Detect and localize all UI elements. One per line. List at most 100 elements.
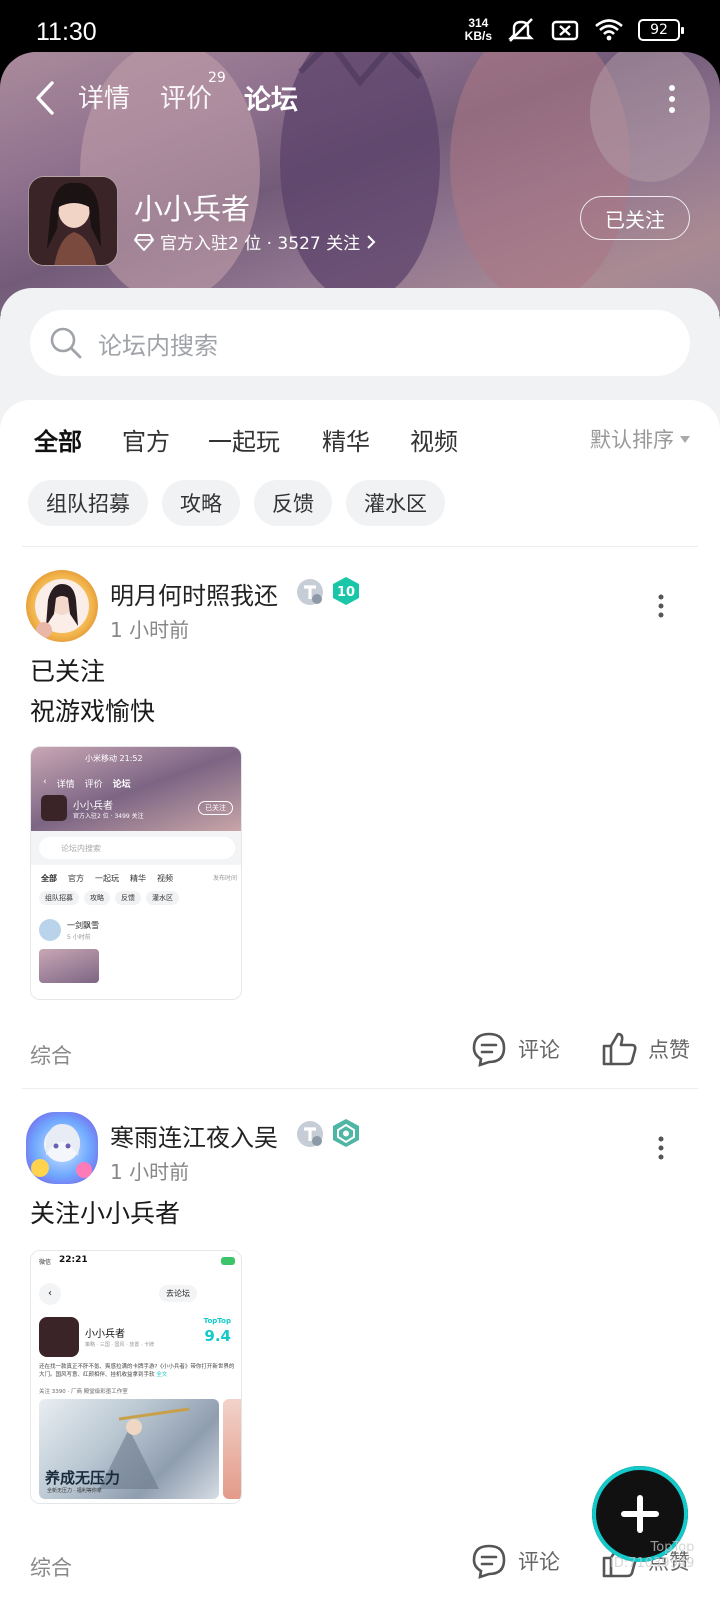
tab-featured[interactable]: 精华 xyxy=(322,422,370,457)
thumb-chip: 灌水区 xyxy=(146,891,179,905)
divider xyxy=(22,546,698,547)
top-nav: 详情 评价 29 论坛 xyxy=(0,70,720,124)
thumb-chip: 组队招募 xyxy=(39,891,79,905)
thumb-app-name: 小小兵者 xyxy=(73,801,113,812)
tab-official[interactable]: 官方 xyxy=(122,422,170,457)
post-image[interactable]: 小米移动 21:52 ‹ 详情 评价 论坛 小小兵者 官方入驻2 位 · 349… xyxy=(30,746,242,1000)
follow-button[interactable]: 已关注 xyxy=(580,196,690,240)
forum-search-input[interactable]: 论坛内搜索 xyxy=(30,310,690,376)
post-line: 已关注 xyxy=(30,657,106,686)
tab-details[interactable]: 详情 xyxy=(78,78,130,115)
thumb-app-icon xyxy=(41,795,67,821)
like-label: 点赞 xyxy=(648,1038,690,1062)
comment-icon xyxy=(472,1544,506,1579)
thumb-tab: 一起玩 xyxy=(95,874,119,883)
back-icon[interactable] xyxy=(30,78,60,118)
avatar-art xyxy=(35,579,89,638)
verified-badge-icon xyxy=(297,1121,323,1147)
comment-button[interactable]: 评论 xyxy=(470,1542,560,1580)
more-options-icon[interactable] xyxy=(668,84,676,114)
thumb-banner: 养成无压力 全新无压力 · 福利等你拿 xyxy=(39,1399,219,1499)
game-header-banner: 详情 评价 29 论坛 小小兵者 官方入驻2 位 · 3527 关注 已关注 xyxy=(0,52,720,314)
level-badge-icon: 10 xyxy=(333,577,359,605)
post-more-icon[interactable] xyxy=(658,594,664,618)
post-category[interactable]: 综合 xyxy=(30,1552,72,1582)
thumb-nav-tab: 详情 xyxy=(56,780,75,790)
thumb-battery xyxy=(221,1257,235,1265)
thumb-banner-text: 养成无压力 xyxy=(45,1469,121,1487)
search-icon xyxy=(50,327,82,359)
game-icon[interactable] xyxy=(28,176,118,266)
tab-play-together[interactable]: 一起玩 xyxy=(208,422,280,457)
thumb-user: 一剑飘雪 xyxy=(67,921,99,930)
thumb-score: 9.4 xyxy=(204,1327,231,1345)
tab-videos[interactable]: 视频 xyxy=(410,422,458,457)
network-speed: 314 KB/s xyxy=(465,17,492,43)
post-line: 祝游戏愉快 xyxy=(30,697,156,726)
status-bar: 11:30 314 KB/s 92 xyxy=(0,0,720,58)
thumb-forum-btn: 去论坛 xyxy=(159,1285,197,1302)
chip-feedback[interactable]: 反馈 xyxy=(254,480,332,526)
thumb-search: 论坛内搜索 xyxy=(39,837,235,859)
search-placeholder: 论坛内搜索 xyxy=(98,331,218,360)
comment-button[interactable]: 评论 xyxy=(470,1030,560,1068)
no-sim-icon xyxy=(551,20,579,41)
tab-reviews[interactable]: 评价 xyxy=(160,78,212,115)
post-line: 关注小小兵者 xyxy=(30,1199,181,1228)
verified-badge-icon xyxy=(297,579,323,605)
post-username[interactable]: 寒雨连江夜入吴 xyxy=(110,1118,278,1153)
like-button[interactable]: 点赞 xyxy=(600,1030,690,1068)
status-icons: 314 KB/s 92 xyxy=(465,14,684,46)
caret-down-icon xyxy=(680,435,690,443)
chevron-right-icon xyxy=(367,234,376,249)
avatar-art xyxy=(31,1124,92,1178)
thumb-header: 小米移动 21:52 ‹ 详情 评价 论坛 小小兵者 官方入驻2 位 · 349… xyxy=(31,747,241,831)
comment-icon xyxy=(472,1032,506,1067)
chip-team-recruit[interactable]: 组队招募 xyxy=(28,480,148,526)
post-image[interactable]: 微信 22:21 ‹ 去论坛 小小兵者 策略 · 三国 · 国风 · 放置 · … xyxy=(30,1250,242,1504)
chip-chat[interactable]: 灌水区 xyxy=(346,480,445,526)
post-time: 1 小时前 xyxy=(110,1160,190,1184)
game-meta[interactable]: 官方入驻2 位 · 3527 关注 xyxy=(134,229,376,254)
forum-content: 全部 官方 一起玩 精华 视频 默认排序 组队招募 攻略 反馈 灌水区 明月何时… xyxy=(0,400,720,1600)
sort-label: 默认排序 xyxy=(590,428,674,452)
avatar[interactable] xyxy=(26,570,98,642)
post-category[interactable]: 综合 xyxy=(30,1040,72,1070)
thumb-meta: 关注 3390 · 厂商 殿堂级彩墨工作室 xyxy=(39,1389,128,1395)
thumbs-up-icon xyxy=(602,1032,637,1066)
tab-all[interactable]: 全部 xyxy=(34,422,82,463)
sort-dropdown[interactable]: 默认排序 xyxy=(590,424,690,454)
thumb-app-tags: 策略 · 三国 · 国风 · 放置 · 卡牌 xyxy=(85,1342,155,1348)
post-body[interactable]: 已关注 祝游戏愉快 xyxy=(30,652,155,732)
thumb-time: 5 小时前 xyxy=(67,934,91,941)
review-count-badge: 29 xyxy=(208,70,226,86)
thumb-back: ‹ xyxy=(39,1283,61,1305)
thumb-app-icon xyxy=(39,1317,79,1357)
thumb-chip: 攻略 xyxy=(84,891,110,905)
thumb-app-name: 小小兵者 xyxy=(85,1329,125,1340)
thumb-chips: 组队招募 攻略 反馈 灌水区 xyxy=(39,891,179,905)
thumb-tab: 精华 xyxy=(130,874,146,883)
thumb-follow: 已关注 xyxy=(198,801,233,815)
forum-sheet: 论坛内搜索 全部 官方 一起玩 精华 视频 默认排序 组队招募 攻略 反馈 灌水… xyxy=(0,288,720,1600)
thumb-tabs: 全部 官方 一起玩 精华 视频 xyxy=(41,873,173,884)
game-icon-art xyxy=(29,177,117,265)
watermark-brand: TopTop xyxy=(650,1540,695,1555)
thumb-nav-tab: 论坛 xyxy=(112,780,131,790)
thumb-app-meta: 官方入驻2 位 · 3499 关注 xyxy=(73,813,144,820)
post-more-icon[interactable] xyxy=(658,1136,664,1160)
chip-guides[interactable]: 攻略 xyxy=(162,480,240,526)
battery-indicator: 92 xyxy=(638,19,684,41)
tab-forum[interactable]: 论坛 xyxy=(244,78,298,119)
post-time: 1 小时前 xyxy=(110,618,190,642)
thumb-nav-tab: 评价 xyxy=(84,780,103,790)
thumb-avatar xyxy=(39,919,61,941)
status-time: 11:30 xyxy=(36,18,97,46)
post-body[interactable]: 关注小小兵者 xyxy=(30,1194,180,1234)
thumb-tab: 官方 xyxy=(68,874,84,883)
post-username[interactable]: 明月何时照我还 xyxy=(110,576,278,611)
achievement-badge-icon xyxy=(333,1119,359,1147)
watermark: TopTop ID:71039949 xyxy=(610,1540,694,1572)
avatar[interactable] xyxy=(26,1112,98,1184)
thumb-desc-text: 还在找一款真正不肝不氪、爽感拉满的卡牌手游?《小小兵者》带你打开新世界的大门。国… xyxy=(39,1364,235,1378)
